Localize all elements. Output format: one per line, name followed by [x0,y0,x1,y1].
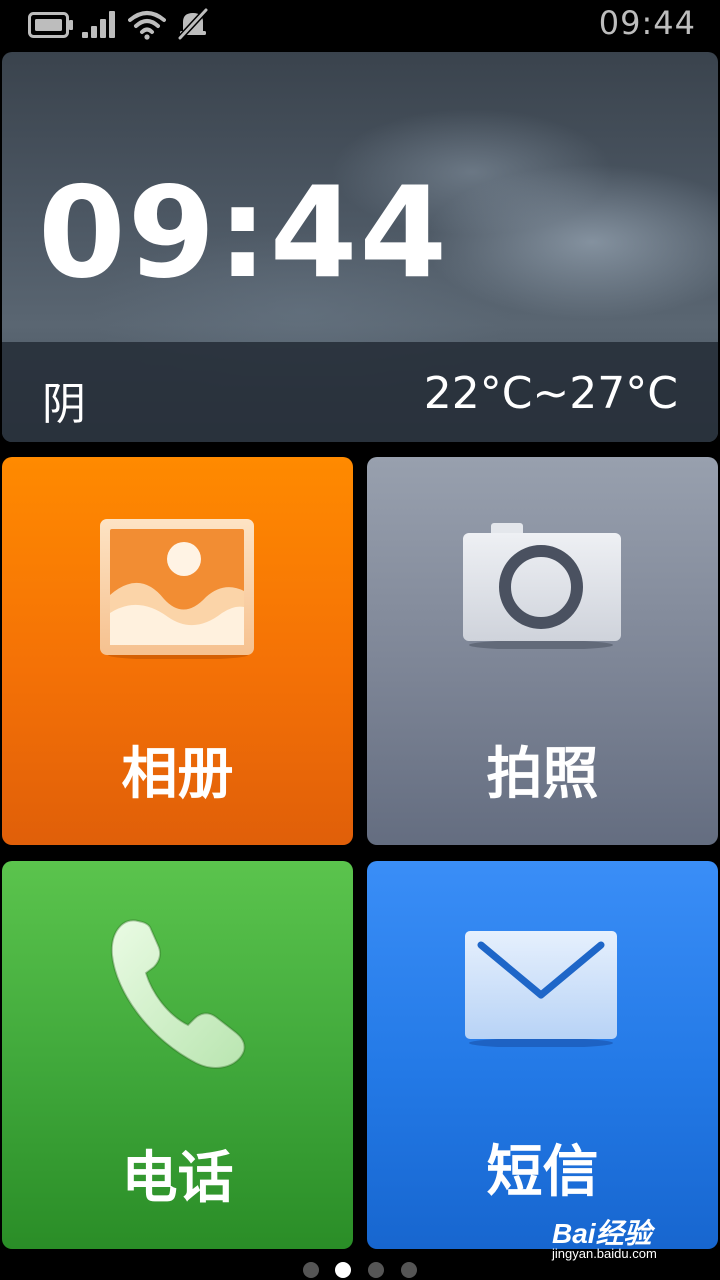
wifi-icon [128,11,166,40]
weather-footer: 阴 22°C~27°C [2,342,718,442]
battery-icon [28,12,73,38]
weather-widget[interactable]: 09:44 阴 22°C~27°C [2,52,718,442]
page-dot[interactable] [303,1262,319,1278]
tile-camera[interactable]: 拍照 [367,457,718,845]
tile-gallery-label: 相册 [121,742,234,807]
status-time: 09:44 [598,4,696,42]
weather-condition: 阴 [42,379,86,430]
page-dot-active[interactable] [335,1262,351,1278]
camera-icon [463,523,621,649]
page-dot[interactable] [401,1262,417,1278]
tile-messages[interactable]: 短信 [367,861,718,1249]
tile-camera-label: 拍照 [486,742,599,807]
page-indicator [0,1260,720,1280]
clock-time: 09:44 [38,159,450,306]
phone-icon [110,919,246,1069]
status-bar: 09:44 [0,0,720,48]
tile-phone[interactable]: 电话 [2,861,353,1249]
tile-messages-label: 短信 [486,1140,599,1205]
temperature-range: 22°C~27°C [423,368,678,419]
tile-phone-label: 电话 [121,1146,234,1211]
watermark-url: jingyan.baidu.com [552,1246,657,1261]
gallery-icon [100,519,254,659]
mute-icon [177,8,209,40]
page-dot[interactable] [368,1262,384,1278]
message-icon [465,931,617,1047]
tile-gallery[interactable]: 相册 [2,457,353,845]
signal-icon [82,11,115,38]
baidu-watermark: Bai经验 jingyan.baidu.com [546,1210,706,1264]
